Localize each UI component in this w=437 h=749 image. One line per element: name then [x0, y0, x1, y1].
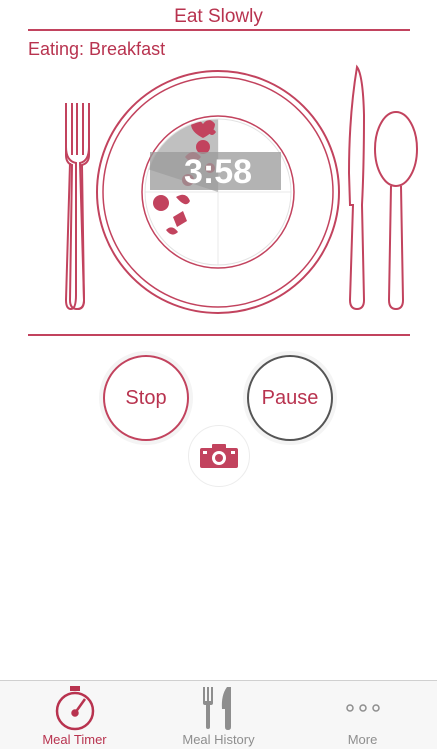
camera-button[interactable] [188, 425, 250, 487]
tab-meal-history[interactable]: Meal History [146, 681, 291, 749]
tab-bar: Meal Timer Meal History More [0, 680, 437, 749]
app-title: Eat Slowly [174, 6, 263, 27]
stopwatch-icon [55, 686, 94, 731]
tab-meal-timer[interactable]: Meal Timer [2, 681, 147, 749]
fork-knife-icon [202, 687, 231, 730]
spoon-icon [374, 111, 418, 311]
section-divider [28, 334, 410, 336]
fork-icon [64, 103, 90, 311]
pause-button[interactable]: Pause [247, 355, 333, 441]
tab-more[interactable]: More [290, 681, 435, 749]
tab-label-meal-timer: Meal Timer [42, 732, 107, 747]
tab-label-meal-history: Meal History [182, 732, 255, 747]
knife-icon [347, 64, 366, 311]
more-dots-icon [345, 704, 380, 712]
timer-display: 3:58 [184, 153, 252, 191]
tab-label-more: More [347, 732, 378, 747]
header-divider [28, 29, 410, 31]
timer-dial: 3:58 [144, 118, 292, 266]
stop-button[interactable]: Stop [103, 355, 189, 441]
camera-icon [200, 444, 238, 468]
